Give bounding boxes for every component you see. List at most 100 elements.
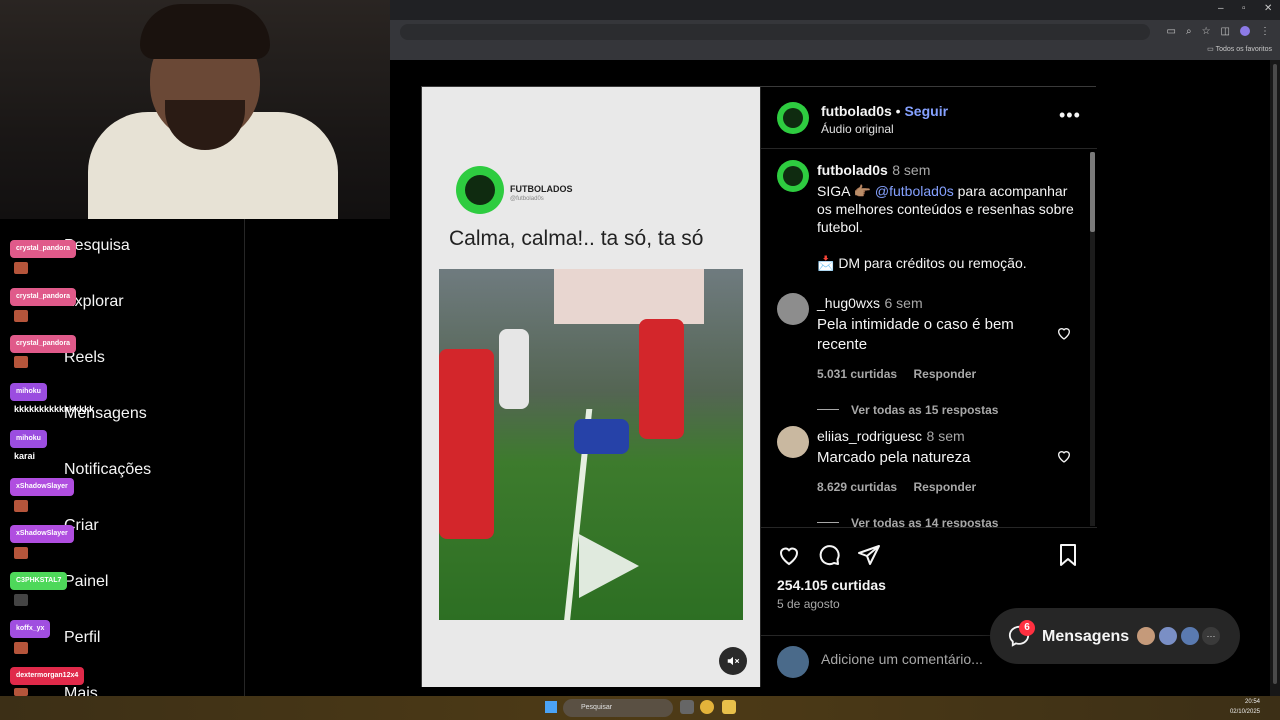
view-replies-button[interactable]: Ver todas as 15 respostas [851, 403, 998, 417]
chat-emote-icon [14, 356, 28, 368]
screen: – ▫ ✕ ▭ ⌕ ☆ ◫ ⋮ ▭ Todos os favoritos Pes… [0, 0, 1280, 720]
share-send-icon[interactable] [857, 543, 881, 567]
post-media: FUTBOLADOS @futbolad0s Calma, calma!.. t… [422, 87, 760, 687]
player-figure [439, 349, 494, 539]
post-header: futbolad0s • Seguir Áudio original ••• [761, 87, 1097, 149]
chat-username: crystal_pandora [10, 240, 77, 258]
chat-message: karai [14, 451, 36, 461]
minimize-icon[interactable]: – [1218, 3, 1224, 14]
address-bar[interactable] [400, 24, 1150, 40]
caption-text-line2: 📩 DM para créditos ou remoção. [817, 255, 1027, 271]
brand-logo [456, 166, 504, 214]
video-player[interactable] [439, 269, 743, 620]
chat-emote-icon [14, 310, 28, 322]
follow-button[interactable]: Seguir [904, 103, 948, 119]
post-likes[interactable]: 254.105 curtidas [777, 577, 886, 593]
reply-button[interactable]: Responder [914, 367, 977, 381]
windows-taskbar: Pesquisar 20:54 02/10/2025 [0, 696, 1280, 720]
comment-likes[interactable]: 8.629 curtidas [817, 480, 897, 494]
play-icon[interactable] [579, 534, 639, 598]
chat-username: crystal_pandora [10, 335, 77, 353]
caption-time: 8 sem [892, 162, 931, 178]
player-figure [574, 419, 629, 454]
clock-date: 02/10/2025 [1229, 709, 1260, 715]
comment-time: 6 sem [884, 295, 923, 311]
comment-likes[interactable]: 5.031 curtidas [817, 367, 897, 381]
comment-item: eliias_rodriguesc 8 sem Marcado pela nat… [817, 428, 1047, 527]
player-figure [639, 319, 684, 439]
caption-avatar[interactable] [777, 160, 809, 192]
stadium-banner [554, 269, 704, 324]
zoom-icon[interactable]: ⌕ [1186, 26, 1192, 37]
view-replies-button[interactable]: Ver todas as 14 respostas [851, 516, 998, 527]
media-caption: Calma, calma!.. ta só, ta só [449, 227, 704, 250]
separator-dot: • [895, 103, 901, 119]
audio-label[interactable]: Áudio original [821, 122, 894, 136]
stream-chat: crystal_pandora crystal_pandora crystal_… [0, 222, 110, 696]
comment-like-icon[interactable] [1056, 448, 1072, 464]
messages-badge: 6 [1019, 620, 1035, 636]
task-view-icon[interactable] [680, 700, 694, 714]
mute-icon[interactable] [719, 647, 747, 675]
author-avatar[interactable] [777, 102, 809, 134]
cast-icon[interactable]: ▭ [1167, 26, 1176, 37]
comments-scrollbar[interactable] [1090, 152, 1095, 526]
author-username[interactable]: futbolad0s [821, 103, 892, 119]
chat-username: koffx_yx [10, 620, 51, 638]
file-explorer-icon[interactable] [722, 700, 736, 714]
restore-icon[interactable]: ▫ [1242, 3, 1246, 14]
comment-bubble-icon[interactable] [817, 543, 841, 567]
comment-time: 8 sem [926, 428, 965, 444]
post-sidebar: futbolad0s • Seguir Áudio original ••• f… [760, 87, 1097, 687]
reply-button[interactable]: Responder [914, 480, 977, 494]
like-heart-icon[interactable] [777, 543, 801, 567]
bookmarks-folder[interactable]: ▭ Todos os favoritos [1207, 45, 1272, 53]
comments-list: futbolad0s 8 sem SIGA 👉🏽 @futbolad0s par… [761, 150, 1097, 528]
chat-username: xShadowSlayer [10, 478, 74, 496]
caption-mention[interactable]: @futbolad0s [875, 183, 954, 199]
taskbar-search-label: Pesquisar [581, 704, 613, 711]
comment-text: Marcado pela natureza [817, 449, 971, 466]
webcam-hair [140, 4, 270, 59]
comment-item: _hug0wxs 6 sem Pela intimidade o caso é … [817, 295, 1047, 419]
comment-text: Pela intimidade o caso é bem recente [817, 316, 1014, 353]
comment-avatar[interactable] [777, 426, 809, 458]
clock-time: 20:54 [1244, 699, 1260, 705]
chat-username: mihoku [10, 430, 47, 448]
menu-icon[interactable]: ⋮ [1260, 26, 1270, 37]
chat-emote-icon [14, 642, 28, 654]
comment-like-icon[interactable] [1056, 325, 1072, 341]
close-icon[interactable]: ✕ [1264, 3, 1272, 14]
chat-username: crystal_pandora [10, 288, 77, 306]
bookmark-save-icon[interactable] [1056, 543, 1080, 567]
more-avatars-icon: ··· [1200, 625, 1222, 647]
profile-icon[interactable] [1240, 26, 1250, 36]
messages-label: Mensagens [1042, 628, 1130, 645]
page-scrollbar[interactable] [1270, 60, 1280, 696]
chat-username: mihoku [10, 383, 47, 401]
chat-emote-icon [14, 688, 28, 696]
comment-username[interactable]: eliias_rodriguesc [817, 428, 922, 444]
chat-emote-icon [14, 262, 28, 274]
chrome-icon[interactable] [700, 700, 714, 714]
add-comment-input[interactable]: Adicione um comentário... [821, 651, 983, 667]
caption-username[interactable]: futbolad0s [817, 162, 888, 178]
extensions-icon[interactable]: ◫ [1221, 26, 1230, 37]
taskbar-search[interactable]: Pesquisar [563, 699, 673, 717]
messages-pill[interactable]: 6 Mensagens ··· [990, 608, 1240, 664]
system-tray-clock[interactable]: 20:54 02/10/2025 [1230, 697, 1260, 717]
player-figure [499, 329, 529, 409]
brand-name: FUTBOLADOS [510, 184, 573, 194]
chat-username: C3PHKSTAL7 [10, 572, 68, 590]
chat-emote-icon [14, 594, 28, 606]
comment-username[interactable]: _hug0wxs [817, 295, 880, 311]
more-options-icon[interactable]: ••• [1059, 105, 1081, 126]
post-modal: FUTBOLADOS @futbolad0s Calma, calma!.. t… [421, 86, 1097, 687]
brand-handle: @futbolad0s [510, 196, 544, 202]
caption-text: SIGA 👉🏽 @futbolad0s para acompanhar os m… [817, 182, 1077, 236]
windows-start-icon[interactable] [545, 701, 557, 713]
comment-avatar[interactable] [777, 293, 809, 325]
message-avatar [1135, 625, 1157, 647]
star-icon[interactable]: ☆ [1202, 26, 1211, 37]
message-avatar [1157, 625, 1179, 647]
